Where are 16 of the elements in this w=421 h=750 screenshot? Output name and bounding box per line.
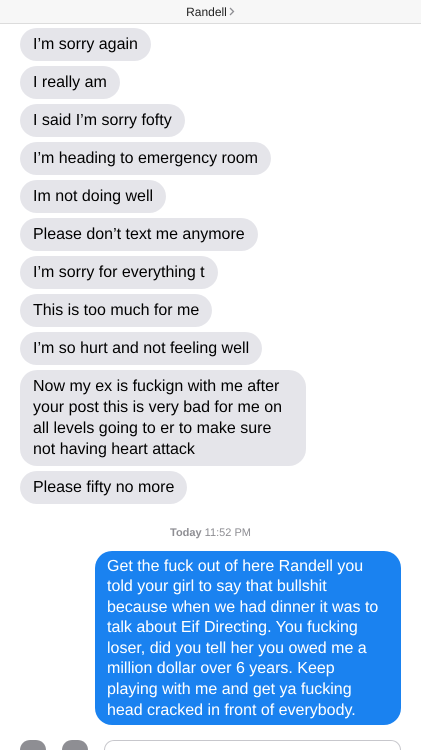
incoming-message: This is too much for me xyxy=(20,294,212,327)
incoming-message: Please don’t text me anymore xyxy=(20,218,258,251)
incoming-message: Im not doing well xyxy=(20,180,166,213)
contact-button[interactable]: Randell xyxy=(186,2,235,20)
incoming-message: I really am xyxy=(20,66,120,99)
incoming-message: I’m so hurt and not feeling well xyxy=(20,332,262,365)
incoming-message: I’m sorry for everything t xyxy=(20,256,218,289)
incoming-message: Now my ex is fuckign with me after your post this is very bad for me on all levels going to er to make sure not having heart attack xyxy=(20,370,306,466)
incoming-message: I’m heading to emergency room xyxy=(20,142,271,175)
chevron-icon xyxy=(228,7,235,16)
incoming-message: Please fifty no more xyxy=(20,471,188,504)
incoming-message: I said I’m sorry fofty xyxy=(20,104,185,137)
message-field[interactable] xyxy=(104,740,401,750)
incoming-message: I’m sorry again xyxy=(20,28,151,61)
outgoing-message: Get the fuck out of here Randell you told your girl to say that bullshit because when we had dinner it was to talk about Eif Directing. You fucking loser, did you tell her you owed me a million dollar over 6 years. Keep playing with me and get ya fucking head cracked in front of everybody. xyxy=(95,550,401,726)
timestamp: Today 11:52 PM xyxy=(170,526,251,541)
